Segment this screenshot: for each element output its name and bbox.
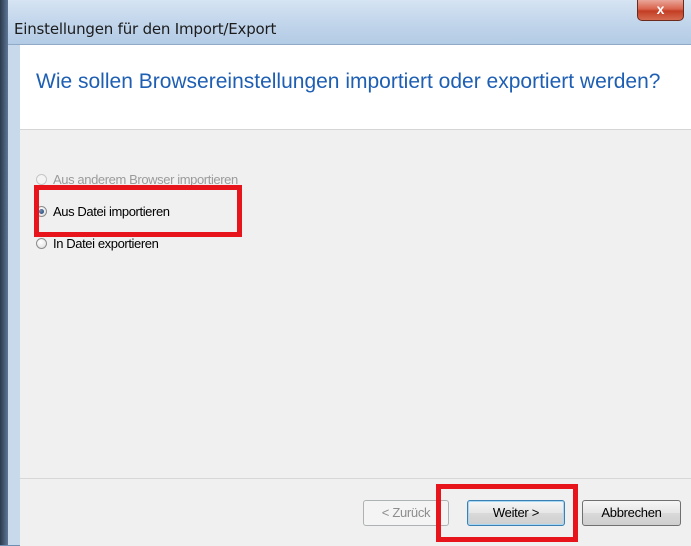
close-icon: x	[656, 1, 665, 17]
window-title: Einstellungen für den Import/Export	[14, 20, 277, 38]
radio-label: In Datei exportieren	[53, 235, 159, 251]
highlight-box-import-option	[34, 185, 242, 237]
highlight-box-next-button	[436, 484, 578, 542]
wizard-header: Wie sollen Browsereinstellungen importie…	[20, 45, 691, 130]
radio-button-icon	[36, 173, 47, 185]
window-titlebar[interactable]: Einstellungen für den Import/Export	[8, 0, 691, 45]
radio-button-icon[interactable]	[36, 237, 47, 249]
radio-export-to-file[interactable]: In Datei exportieren	[36, 235, 159, 251]
page-title: Wie sollen Browsereinstellungen importie…	[36, 70, 661, 93]
close-button[interactable]: x	[637, 0, 684, 21]
window-frame-left	[0, 0, 8, 545]
cancel-button[interactable]: Abbrechen	[582, 500, 681, 526]
